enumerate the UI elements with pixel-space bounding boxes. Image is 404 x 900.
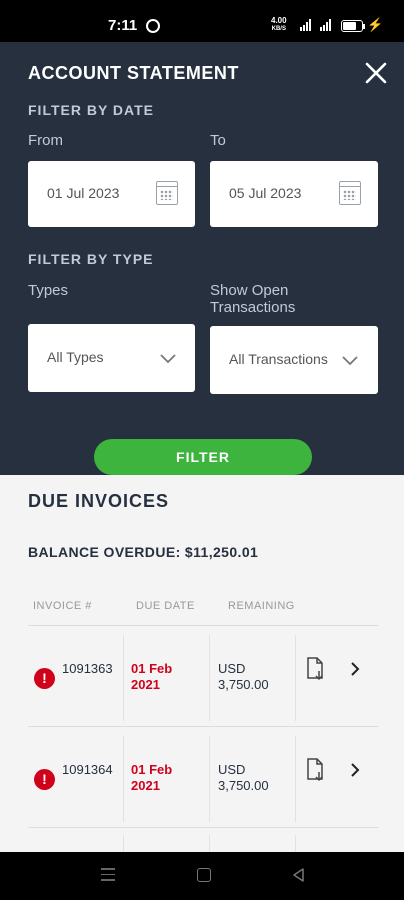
column-header-remaining: REMAINING	[228, 600, 295, 612]
balance-overdue: BALANCE OVERDUE: $11,250.01	[28, 544, 259, 560]
network-speed: 4.00 KB/S	[271, 17, 287, 33]
types-label: Types	[28, 282, 69, 299]
back-icon[interactable]	[292, 868, 306, 882]
download-document-icon[interactable]	[306, 657, 324, 681]
invoice-number: 1091363	[62, 661, 113, 676]
column-divider	[295, 736, 296, 822]
open-transactions-select[interactable]: All Transactions	[210, 326, 378, 394]
column-divider	[295, 835, 296, 852]
battery-tip	[363, 24, 365, 29]
battery-icon	[341, 20, 363, 32]
open-transactions-select-value: All Transactions	[229, 351, 328, 367]
recent-apps-icon[interactable]	[101, 868, 115, 882]
chevron-right-icon[interactable]	[350, 661, 360, 677]
to-label: To	[210, 132, 226, 149]
chevron-down-icon	[342, 356, 358, 366]
row-divider	[28, 827, 378, 828]
to-date-field[interactable]: 05 Jul 2023	[210, 161, 378, 227]
column-divider	[295, 635, 296, 721]
column-divider	[209, 635, 210, 721]
table-row[interactable]: ! 1091363 01 Feb 2021 USD 3,750.00	[28, 627, 378, 727]
invoice-number: 1091364	[62, 762, 113, 777]
types-select[interactable]: All Types	[28, 324, 195, 392]
signal-icon-2	[320, 19, 331, 31]
table-row[interactable]	[28, 829, 378, 852]
calendar-icon[interactable]	[156, 181, 178, 205]
row-divider	[28, 726, 378, 727]
remaining-amount: USD 3,750.00	[218, 762, 269, 793]
column-divider	[123, 635, 124, 721]
from-date-value: 01 Jul 2023	[47, 185, 120, 201]
page-title: ACCOUNT STATEMENT	[28, 63, 239, 83]
status-bar: 7:11 4.00 KB/S ⚡	[0, 0, 404, 42]
due-invoices-heading: DUE INVOICES	[28, 491, 170, 511]
column-divider	[209, 835, 210, 852]
due-date: 01 Feb 2021	[131, 762, 173, 793]
calendar-icon[interactable]	[339, 181, 361, 205]
filter-panel: ACCOUNT STATEMENT FILTER BY DATE From To…	[0, 42, 404, 475]
to-date-value: 05 Jul 2023	[229, 185, 302, 201]
battery-level	[343, 22, 356, 30]
filter-button[interactable]: FILTER	[94, 439, 312, 475]
chevron-right-icon[interactable]	[350, 762, 360, 778]
network-speed-value: 4.00	[271, 16, 287, 25]
column-header-invoice: INVOICE #	[33, 600, 92, 612]
types-select-value: All Types	[47, 349, 104, 365]
whatsapp-notification-icon	[146, 19, 160, 33]
column-divider	[123, 835, 124, 852]
column-divider	[123, 736, 124, 822]
header-divider	[28, 625, 378, 626]
column-header-due-date: DUE DATE	[136, 600, 195, 612]
charging-icon: ⚡	[367, 17, 384, 32]
remaining-amount: USD 3,750.00	[218, 661, 269, 692]
from-date-field[interactable]: 01 Jul 2023	[28, 161, 195, 227]
close-icon[interactable]	[365, 62, 387, 84]
chevron-down-icon	[160, 354, 176, 364]
download-document-icon[interactable]	[306, 758, 324, 782]
status-time: 7:11	[108, 17, 138, 34]
signal-icon	[300, 19, 311, 31]
system-nav-bar	[0, 852, 404, 900]
column-divider	[209, 736, 210, 822]
alert-icon: !	[34, 769, 55, 790]
network-speed-unit: KB/S	[271, 26, 286, 32]
filter-by-type-heading: FILTER BY TYPE	[28, 251, 154, 267]
table-row[interactable]: ! 1091364 01 Feb 2021 USD 3,750.00	[28, 728, 378, 828]
filter-by-date-heading: FILTER BY DATE	[28, 102, 154, 118]
from-label: From	[28, 132, 63, 149]
home-icon[interactable]	[197, 868, 211, 882]
due-date: 01 Feb 2021	[131, 661, 173, 692]
open-transactions-label: Show Open Transactions	[210, 282, 296, 316]
alert-icon: !	[34, 668, 55, 689]
